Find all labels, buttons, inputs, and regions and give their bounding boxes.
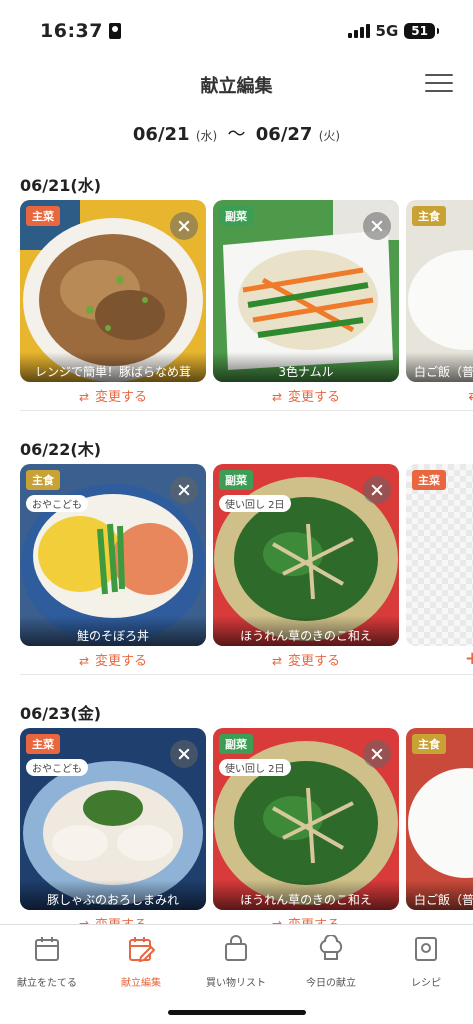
hamburger-menu-icon[interactable] <box>425 74 453 94</box>
change-button[interactable]: ⇄変更する <box>213 650 399 669</box>
dish-card[interactable]: 主菜 おやこども 豚しゃぶのおろしまみれ <box>20 728 206 910</box>
close-icon[interactable] <box>170 212 198 240</box>
dish-card[interactable]: 副菜 使い回し 2日 ほうれん草のきのこ和え <box>213 728 399 910</box>
change-button[interactable]: ⇄変更する <box>20 386 206 405</box>
close-icon[interactable] <box>363 212 391 240</box>
tab-label: 買い物リスト <box>206 978 266 989</box>
shopping-bag-icon <box>225 935 247 961</box>
sub-tag: 使い回し 2日 <box>219 759 291 776</box>
dish-name: ほうれん草のきのこ和え <box>213 616 399 646</box>
dish-card[interactable]: 主菜 レンジで簡単！豚ばらなめ茸 <box>20 200 206 382</box>
battery-icon: 51 <box>404 23 439 39</box>
category-tag: 主食 <box>412 206 446 226</box>
close-icon[interactable] <box>170 740 198 768</box>
network-label: 5G <box>375 22 399 40</box>
range-separator: 〜 <box>227 124 246 145</box>
swap-icon: ⇄ <box>271 654 282 668</box>
range-start-dow: (水) <box>195 129 218 143</box>
dish-card[interactable]: 副菜 使い回し 2日 ほうれん草のきのこ和え <box>213 464 399 646</box>
dish-name: レンジで簡単！豚ばらなめ茸 <box>20 352 206 382</box>
calendar-edit-icon <box>129 937 155 963</box>
sub-tag: おやこども <box>26 759 88 776</box>
category-tag: 主菜 <box>412 470 446 490</box>
tab-label: レシピ <box>411 978 441 989</box>
swap-icon: ⇄ <box>78 390 89 404</box>
category-tag: 主菜 <box>26 206 60 226</box>
home-indicator <box>168 1010 306 1015</box>
contact-badge-icon <box>108 23 121 39</box>
calendar-icon <box>35 937 59 961</box>
swap-icon: ⇄ <box>271 390 282 404</box>
dish-card[interactable]: 副菜 3色ナムル <box>213 200 399 382</box>
tab-recipe[interactable]: レシピ <box>379 935 473 990</box>
close-icon[interactable] <box>363 476 391 504</box>
category-tag: 副菜 <box>219 206 253 226</box>
range-end: 06/27 <box>255 124 313 145</box>
status-indicators: 5G 51 <box>347 22 439 40</box>
close-icon[interactable] <box>363 740 391 768</box>
tab-label: 献立をたてる <box>17 978 77 989</box>
change-button[interactable]: ⇄変更する <box>213 386 399 405</box>
day-label: 06/22(木) <box>20 440 102 459</box>
chef-hat-icon <box>319 935 343 960</box>
date-range: 06/21 (水) 〜 06/27 (火) <box>0 120 473 146</box>
dish-card[interactable]: 主食 白ご飯（普 <box>406 728 473 910</box>
tab-label: 献立編集 <box>121 978 161 989</box>
close-icon[interactable] <box>170 476 198 504</box>
empty-placeholder <box>406 464 473 646</box>
tab-edit-menu[interactable]: 献立編集 <box>94 935 188 990</box>
day-label: 06/23(金) <box>20 704 102 723</box>
category-tag: 主菜 <box>26 734 60 754</box>
signal-icon <box>347 24 370 38</box>
header: 献立編集 <box>0 64 473 104</box>
category-tag: 副菜 <box>219 470 253 490</box>
sub-tag: おやこども <box>26 495 88 512</box>
category-tag: 主食 <box>26 470 60 490</box>
category-tag: 主食 <box>412 734 446 754</box>
status-time: 16:37 <box>40 20 121 42</box>
dish-card[interactable]: 主食 白ご飯（普 <box>406 200 473 382</box>
category-tag: 副菜 <box>219 734 253 754</box>
dish-card[interactable]: 主食 おやこども 鮭のそぼろ丼 <box>20 464 206 646</box>
change-button[interactable]: ⇄変更する <box>20 650 206 669</box>
bottom-tab-bar: 献立をたてる 献立編集 買い物リスト 今日の献立 レシピ <box>0 924 473 1024</box>
page-title: 献立編集 <box>200 76 273 97</box>
tab-shopping-list[interactable]: 買い物リスト <box>189 935 283 990</box>
dish-name: 豚しゃぶのおろしまみれ <box>20 880 206 910</box>
day-label: 06/21(水) <box>20 176 102 195</box>
tab-plan-menu[interactable]: 献立をたてる <box>0 935 94 990</box>
range-start: 06/21 <box>132 124 190 145</box>
dish-name: 白ご飯（普 <box>406 880 473 910</box>
status-bar: 16:37 5G 51 <box>0 0 473 60</box>
tab-today-menu[interactable]: 今日の献立 <box>284 935 378 990</box>
add-icon[interactable]: + <box>465 648 473 669</box>
swap-icon[interactable]: ⇄ <box>468 388 473 404</box>
sub-tag: 使い回し 2日 <box>219 495 291 512</box>
tab-label: 今日の献立 <box>306 978 356 989</box>
dish-name: ほうれん草のきのこ和え <box>213 880 399 910</box>
swap-icon: ⇄ <box>78 654 89 668</box>
dish-name: 3色ナムル <box>213 352 399 382</box>
recipe-book-icon <box>415 937 437 961</box>
range-end-dow: (火) <box>318 129 341 143</box>
dish-name: 鮭のそぼろ丼 <box>20 616 206 646</box>
divider <box>20 410 473 411</box>
dish-name: 白ご飯（普 <box>406 352 473 382</box>
empty-slot[interactable]: 主菜 <box>406 464 473 646</box>
divider <box>20 674 473 675</box>
